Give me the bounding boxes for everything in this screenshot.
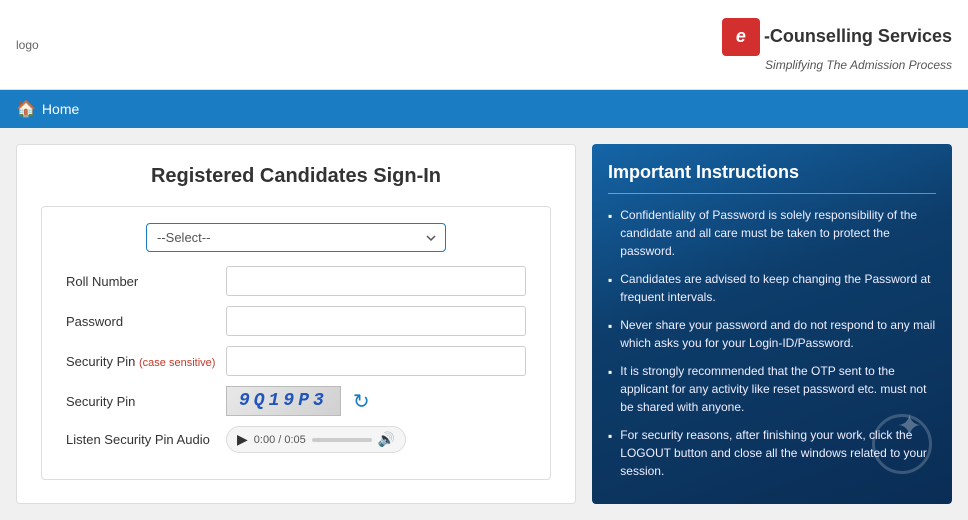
- case-sensitive-note: (case sensitive): [139, 357, 215, 369]
- bullet-4: ▪: [608, 363, 612, 416]
- captcha-row: Security Pin 9Q19P3 ↻: [66, 386, 526, 416]
- audio-volume-button[interactable]: 🔊: [378, 431, 395, 448]
- instruction-text-1: Confidentiality of Password is solely re…: [620, 206, 936, 260]
- brand-logo: e -Counselling Services: [722, 18, 952, 56]
- instruction-item-1: ▪ Confidentiality of Password is solely …: [608, 206, 936, 260]
- brand-area: e -Counselling Services Simplifying The …: [722, 18, 952, 72]
- audio-player: ▶ 0:00 / 0:05 🔊: [226, 426, 406, 453]
- instructions-divider: [608, 193, 936, 194]
- audio-row: Listen Security Pin Audio ▶ 0:00 / 0:05 …: [66, 426, 526, 453]
- bullet-5: ▪: [608, 427, 612, 480]
- home-icon: 🏠: [16, 99, 36, 119]
- security-pin-input-row: Security Pin (case sensitive): [66, 346, 526, 376]
- instructions-title: Important Instructions: [608, 162, 936, 183]
- form-panel: Registered Candidates Sign-In --Select--…: [16, 144, 576, 504]
- nav-bar: 🏠 Home: [0, 90, 968, 128]
- captcha-label: Security Pin: [66, 394, 216, 409]
- home-label: Home: [42, 101, 79, 117]
- instruction-text-3: Never share your password and do not res…: [620, 316, 936, 352]
- main-content: Registered Candidates Sign-In --Select--…: [0, 128, 968, 520]
- instruction-text-5: For security reasons, after finishing yo…: [620, 426, 936, 480]
- brand-icon: e: [722, 18, 760, 56]
- roll-number-input[interactable]: [226, 266, 526, 296]
- instructions-panel: Important Instructions ▪ Confidentiality…: [592, 144, 952, 504]
- password-row: Password: [66, 306, 526, 336]
- roll-number-label: Roll Number: [66, 274, 216, 289]
- audio-label: Listen Security Pin Audio: [66, 432, 216, 447]
- home-link[interactable]: 🏠 Home: [16, 99, 79, 119]
- password-label: Password: [66, 314, 216, 329]
- instruction-item-2: ▪ Candidates are advised to keep changin…: [608, 270, 936, 306]
- logo-image: logo: [16, 38, 39, 52]
- brand-name: -Counselling Services: [764, 26, 952, 47]
- captcha-image: 9Q19P3: [226, 386, 341, 416]
- audio-progress-bar[interactable]: [312, 438, 372, 442]
- brand-tagline: Simplifying The Admission Process: [765, 58, 952, 72]
- audio-time: 0:00 / 0:05: [254, 434, 306, 446]
- security-pin-input[interactable]: [226, 346, 526, 376]
- audio-play-button[interactable]: ▶: [237, 431, 248, 448]
- form-inner: --Select-- Roll Number Password Security…: [41, 206, 551, 480]
- exam-select[interactable]: --Select--: [146, 223, 446, 252]
- select-row: --Select--: [66, 223, 526, 252]
- roll-number-row: Roll Number: [66, 266, 526, 296]
- bullet-3: ▪: [608, 317, 612, 352]
- instruction-item-4: ▪ It is strongly recommended that the OT…: [608, 362, 936, 416]
- password-input[interactable]: [226, 306, 526, 336]
- instruction-item-3: ▪ Never share your password and do not r…: [608, 316, 936, 352]
- logo-area: logo: [16, 38, 39, 52]
- top-header: logo e -Counselling Services Simplifying…: [0, 0, 968, 90]
- instruction-text-4: It is strongly recommended that the OTP …: [620, 362, 936, 416]
- instruction-item-5: ▪ For security reasons, after finishing …: [608, 426, 936, 480]
- captcha-refresh-button[interactable]: ↻: [351, 387, 372, 416]
- instruction-text-2: Candidates are advised to keep changing …: [620, 270, 936, 306]
- security-pin-input-label: Security Pin (case sensitive): [66, 354, 216, 369]
- bullet-1: ▪: [608, 207, 612, 260]
- form-title: Registered Candidates Sign-In: [41, 165, 551, 188]
- bullet-2: ▪: [608, 271, 612, 306]
